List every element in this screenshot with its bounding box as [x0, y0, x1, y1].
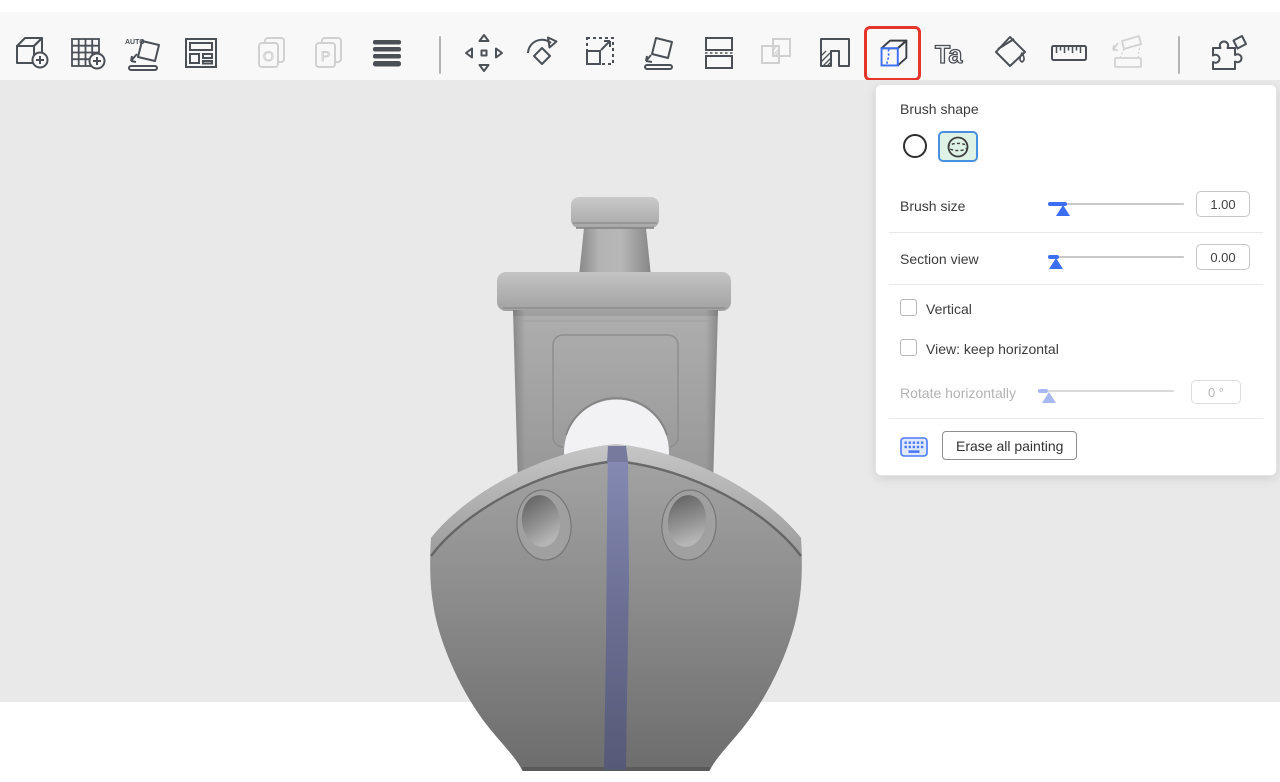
panel-divider: [889, 232, 1263, 233]
split-parts-glyph: P: [321, 48, 330, 64]
rotate-icon[interactable]: [519, 30, 565, 76]
benchy-chimney: [571, 197, 659, 276]
brush-size-label: Brush size: [900, 198, 965, 214]
keep-horizontal-label: View: keep horizontal: [926, 341, 1059, 357]
assembly-view-icon[interactable]: [1204, 30, 1250, 76]
benchy-model[interactable]: [408, 180, 822, 782]
scale-icon[interactable]: [577, 30, 623, 76]
vertical-label: Vertical: [926, 301, 972, 317]
circle-brush-icon: [903, 134, 927, 158]
sphere-brush-icon: [946, 135, 970, 159]
brush-size-value[interactable]: 1.00: [1196, 191, 1250, 217]
brush-size-slider[interactable]: [1048, 196, 1184, 214]
rotate-horizontally-value[interactable]: 0 °: [1191, 380, 1241, 404]
benchy-cabin-roof: [497, 272, 731, 311]
slicer-app: { "toolbar": { "auto_label": "AUTO", "sp…: [0, 0, 1280, 720]
split-to-parts-icon[interactable]: P: [307, 30, 353, 76]
seam-painting-active-highlight: [864, 26, 921, 81]
toolbar-separator: [439, 36, 441, 74]
variable-layer-height-icon[interactable]: [364, 30, 410, 76]
add-object-icon[interactable]: [8, 30, 54, 76]
brush-shape-sphere-option-selected[interactable]: [938, 131, 978, 162]
brush-shape-label: Brush shape: [900, 101, 979, 117]
brush-shape-circle-option[interactable]: [902, 133, 928, 159]
arrange-icon[interactable]: [178, 30, 224, 76]
toolbar-separator: [1178, 36, 1180, 74]
keep-horizontal-checkbox[interactable]: [900, 339, 917, 356]
section-view-label: Section view: [900, 251, 979, 267]
split-to-objects-icon[interactable]: O: [250, 30, 296, 76]
rotate-horizontally-label: Rotate horizontally: [900, 385, 1016, 401]
assembly-icon[interactable]: [1104, 30, 1150, 76]
add-plate-icon[interactable]: [64, 30, 110, 76]
rotate-horizontally-slider[interactable]: [1038, 383, 1174, 401]
panel-divider: [889, 418, 1263, 419]
keyboard-shortcut-icon[interactable]: [900, 437, 928, 457]
color-painting-icon[interactable]: [988, 30, 1034, 76]
support-painting-icon[interactable]: [812, 30, 858, 76]
painted-seam-stripe: [604, 446, 629, 770]
cut-icon[interactable]: [696, 30, 742, 76]
text-tool-glyph: Ta: [935, 41, 963, 69]
move-icon[interactable]: [461, 30, 507, 76]
panel-divider: [889, 284, 1263, 285]
main-toolbar: AUTO O P: [0, 12, 1280, 80]
vertical-checkbox[interactable]: [900, 299, 917, 316]
section-view-value[interactable]: 0.00: [1196, 244, 1250, 270]
section-view-slider[interactable]: [1048, 249, 1184, 267]
seam-painting-icon[interactable]: [870, 31, 916, 77]
text-tool-icon[interactable]: Ta: [930, 30, 976, 76]
mesh-boolean-icon[interactable]: [753, 30, 799, 76]
seam-painting-panel: Brush shape Brush size 1.00 Section view…: [875, 84, 1277, 476]
measure-icon[interactable]: [1046, 30, 1092, 76]
erase-all-painting-button[interactable]: Erase all painting: [942, 431, 1077, 460]
split-objects-glyph: O: [263, 48, 274, 64]
lay-on-face-icon[interactable]: [636, 30, 682, 76]
auto-orient-icon[interactable]: AUTO: [121, 30, 167, 76]
